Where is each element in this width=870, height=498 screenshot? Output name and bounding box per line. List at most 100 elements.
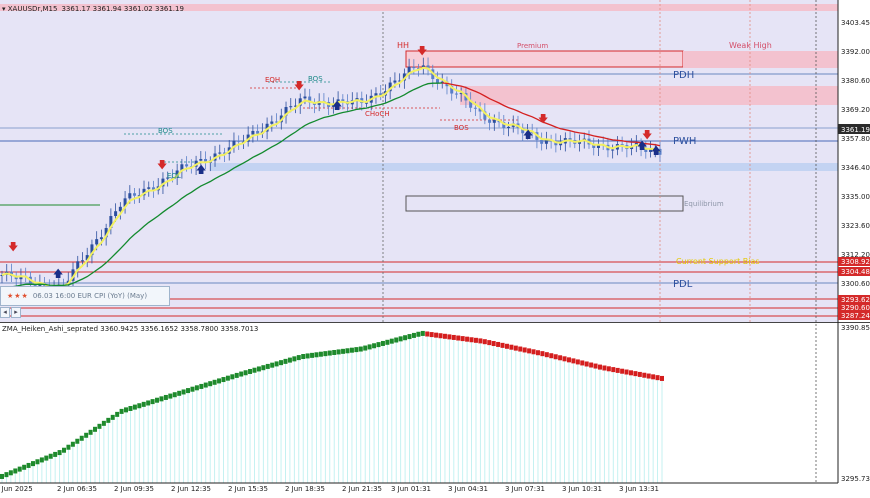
ha-block [4, 472, 9, 478]
ha-block [199, 383, 204, 389]
news-event-text: 06.03 16:00 EUR CPI (YoY) (May) [32, 292, 148, 300]
ha-block [186, 388, 191, 394]
ha-block [456, 335, 461, 341]
ha-block [22, 464, 27, 470]
ha-block [31, 461, 36, 467]
ha-block [389, 338, 394, 344]
ha-block [194, 385, 199, 391]
time-tick-label: 2 Jun 21:35 [342, 485, 382, 493]
ha-block [181, 389, 186, 395]
time-tick-label: 3 Jun 01:31 [391, 485, 431, 493]
ha-block [13, 468, 18, 474]
time-tick-label: 2 Jun 09:35 [114, 485, 154, 493]
ha-block [451, 334, 456, 340]
ha-block [53, 451, 58, 457]
candle-body [147, 187, 151, 189]
bos-label: BOS [158, 127, 173, 135]
sell-arrow-icon: 🡇 [417, 45, 427, 57]
ha-block [239, 371, 244, 377]
pwh-label: PWH [673, 136, 696, 147]
ha-block [301, 354, 306, 360]
scroll-left-icon[interactable]: ◂ [0, 307, 10, 318]
demand-zone [210, 163, 838, 171]
ha-block [26, 462, 31, 468]
news-panel[interactable]: ★★★ 06.03 16:00 EUR CPI (YoY) (May) [0, 286, 170, 306]
ha-block [115, 411, 120, 417]
ha-block [434, 332, 439, 338]
ha-block [575, 359, 580, 365]
ha-block [261, 365, 266, 371]
ha-block [620, 368, 625, 374]
supply-zone [460, 86, 838, 105]
ha-block [420, 330, 425, 336]
ha-block [398, 336, 403, 342]
ha-block [310, 352, 315, 358]
time-tick-label: 3 Jun 13:31 [619, 485, 659, 493]
ha-block [217, 378, 222, 384]
indicator-title: ZMA_Heiken_Ashi_seprated 3360.9425 3356.… [2, 325, 258, 333]
hh-label: HH [397, 41, 409, 50]
candle-body [393, 80, 397, 83]
price-tick-label: 3369.20 [841, 106, 870, 114]
ha-block [8, 470, 13, 476]
ha-block [509, 344, 514, 350]
time-tick-label: 2 Jun 12:35 [171, 485, 211, 493]
buy-arrow-icon: 🡅 [53, 268, 63, 280]
eqh-label: EQH [265, 76, 280, 84]
ha-block [84, 432, 89, 438]
candle-body [289, 106, 293, 108]
ha-block [265, 363, 270, 369]
weak-high-zone [683, 51, 838, 68]
ha-block [172, 392, 177, 398]
ha-block [296, 355, 301, 361]
ha-block [62, 447, 67, 453]
ha-block [487, 340, 492, 346]
ha-block [646, 373, 651, 379]
ha-block [500, 342, 505, 348]
ha-block [341, 348, 346, 354]
ha-block [372, 343, 377, 349]
candle-body [492, 119, 496, 123]
ha-block [642, 372, 647, 378]
ha-block [460, 336, 465, 342]
ha-block [367, 344, 372, 350]
ha-block [70, 441, 75, 447]
buy-arrow-icon: 🡅 [196, 164, 206, 176]
bos-label: BOS [308, 75, 323, 83]
time-tick-label: 3 Jun 07:31 [505, 485, 545, 493]
pdh-label: PDH [673, 70, 694, 81]
choch-label: CHoCH [365, 110, 390, 118]
candle-body [507, 126, 511, 129]
ha-block [221, 377, 226, 383]
candle-body [303, 96, 307, 99]
chart-canvas[interactable]: 🡇 🡅 🡇 🡅 🡇 🡅 🡇 🡅 🡇 🡇 🡅 🡅 Premium Weak Hig… [0, 0, 870, 493]
ha-block [137, 403, 142, 409]
eql-label: EQL [167, 172, 181, 180]
ha-block [478, 338, 483, 344]
ha-block [465, 336, 470, 342]
ha-block [0, 473, 4, 479]
time-tick-label: 2 Jun 2025 [0, 485, 33, 493]
candle-body [114, 211, 118, 217]
price-tick-label: 3323.60 [841, 222, 870, 230]
ha-block [513, 345, 518, 351]
candle-body [436, 79, 440, 84]
ha-block [318, 351, 323, 357]
ha-block [287, 357, 292, 363]
ha-block [17, 466, 22, 472]
importance-stars: ★★★ [7, 292, 29, 300]
scroll-right-icon[interactable]: ▸ [11, 307, 21, 318]
candle-body [128, 193, 132, 199]
sub-axis-bottom: 3295.732 [841, 475, 870, 483]
premium-zone [405, 50, 684, 68]
ha-block [447, 334, 452, 340]
ha-block [403, 335, 408, 341]
time-tick-label: 2 Jun 06:35 [57, 485, 97, 493]
ha-block [234, 372, 239, 378]
ha-block [655, 375, 660, 381]
ha-block [119, 408, 124, 414]
price-tick-label: 3403.45 [841, 19, 870, 27]
ha-block [283, 358, 288, 364]
level-tag-label: 3308.92 [841, 258, 870, 266]
ha-block [358, 346, 363, 352]
